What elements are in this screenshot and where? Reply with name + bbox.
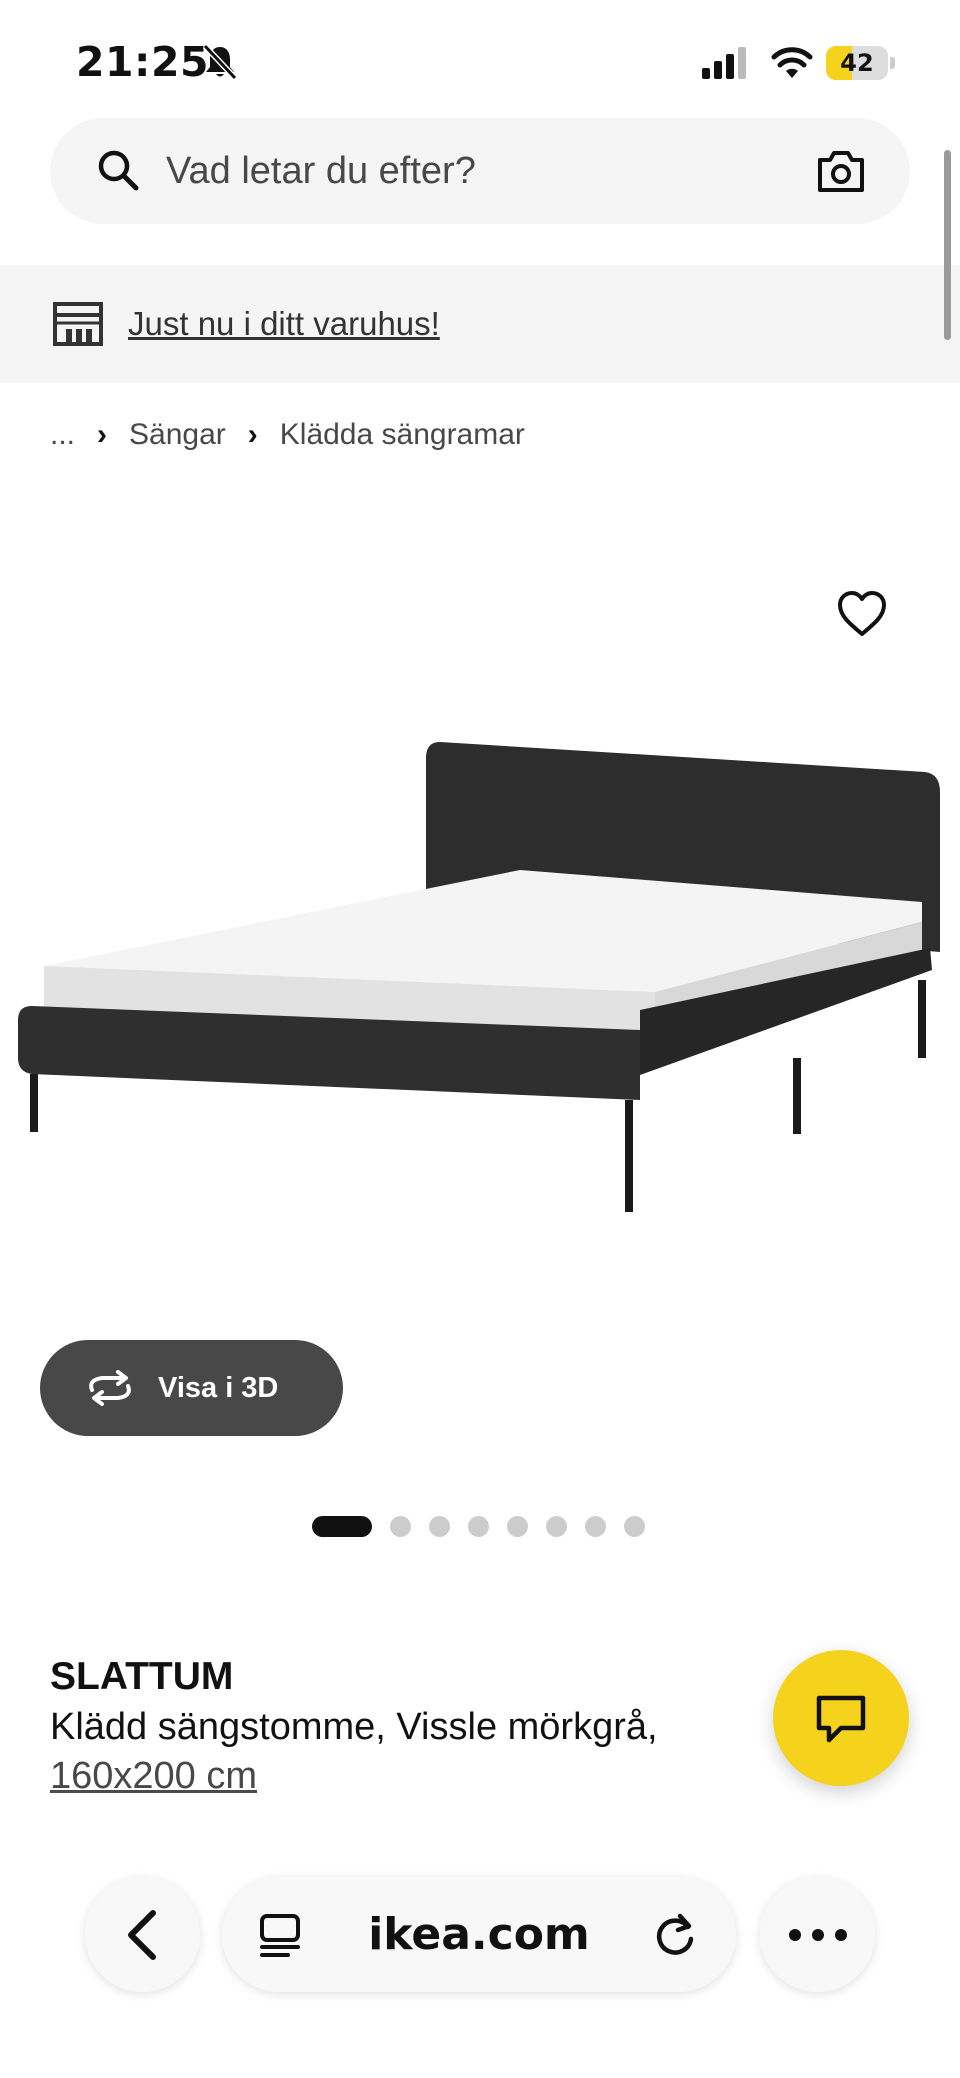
carousel-dot[interactable] (585, 1515, 606, 1537)
product-image[interactable] (0, 730, 960, 1330)
rotate-3d-icon (89, 1370, 131, 1406)
back-button[interactable] (85, 1877, 200, 1992)
search-bar[interactable]: Vad letar du efter? (50, 118, 910, 224)
product-brand: SLATTUM (50, 1655, 234, 1698)
chevron-right-icon: › (97, 418, 108, 451)
carousel-dot[interactable] (312, 1515, 372, 1537)
product-description: Klädd sängstomme, Vissle mörkgrå, (50, 1706, 658, 1748)
store-icon (53, 302, 103, 346)
carousel-dot[interactable] (507, 1515, 528, 1537)
carousel-dot[interactable] (390, 1515, 411, 1537)
view-3d-button[interactable]: Visa i 3D (40, 1340, 343, 1436)
camera-icon[interactable] (816, 148, 866, 194)
reload-icon[interactable] (652, 1913, 698, 1959)
breadcrumb-ellipsis[interactable]: ... (50, 418, 75, 452)
breadcrumb: ... › Sängar › Klädda sängramar (50, 410, 525, 460)
battery-percentage: 42 (840, 49, 874, 77)
search-icon (98, 150, 139, 191)
carousel-dot[interactable] (546, 1515, 567, 1537)
store-link[interactable]: Just nu i ditt varuhus! (128, 265, 440, 383)
more-options-button[interactable] (760, 1877, 875, 1992)
cellular-signal-icon (702, 47, 746, 79)
carousel-dot[interactable] (624, 1515, 645, 1537)
search-placeholder: Vad letar du efter? (166, 150, 476, 192)
battery-indicator: 42 (826, 46, 896, 80)
address-bar[interactable]: ikea.com (222, 1877, 736, 1992)
battery-body: 42 (826, 46, 888, 80)
breadcrumb-item-sangar[interactable]: Sängar (129, 418, 226, 452)
carousel-dot[interactable] (429, 1515, 450, 1537)
chevron-right-icon: › (247, 418, 258, 451)
battery-nub (890, 57, 895, 69)
heart-icon[interactable] (836, 590, 888, 638)
silent-bell-icon (202, 43, 238, 81)
wifi-icon (771, 47, 813, 78)
chat-button[interactable] (773, 1650, 909, 1786)
chevron-left-icon (127, 1909, 156, 1960)
carousel-dot[interactable] (468, 1515, 489, 1537)
status-time: 21:25 (76, 38, 210, 86)
breadcrumb-item-kladda-sangramar[interactable]: Klädda sängramar (280, 418, 525, 452)
view-3d-label: Visa i 3D (158, 1372, 279, 1404)
chat-bubble-icon (816, 1695, 866, 1743)
page-scrollbar[interactable] (944, 150, 951, 340)
image-carousel-dots (312, 1515, 645, 1537)
store-banner[interactable]: Just nu i ditt varuhus! (0, 265, 960, 383)
ellipsis-icon (788, 1928, 847, 1941)
